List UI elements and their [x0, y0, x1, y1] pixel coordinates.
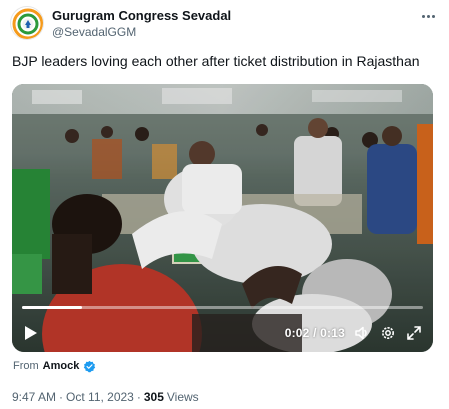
- tweet-date[interactable]: Oct 11, 2023: [66, 390, 134, 404]
- avatar[interactable]: [10, 6, 44, 40]
- video-controls-right: 0:02 / 0:13: [285, 323, 423, 343]
- congress-sevadal-logo-icon: [12, 8, 43, 39]
- tweet-meta: 9:47 AM · Oct 11, 2023 · 305 Views: [12, 389, 199, 405]
- views-label: Views: [166, 390, 199, 404]
- from-label: From: [13, 360, 39, 372]
- tweet-text: BJP leaders loving each other after tick…: [12, 53, 420, 69]
- video-time: 0:02 / 0:13: [284, 326, 345, 340]
- play-icon[interactable]: [22, 324, 40, 342]
- more-options-icon[interactable]: [418, 8, 438, 24]
- tweet-time[interactable]: 9:47 AM: [12, 390, 56, 404]
- views-count: 305: [143, 390, 164, 404]
- tweet-header: Gurugram Congress Sevadal @SevadalGGM: [10, 6, 440, 42]
- verified-badge-icon: [83, 360, 96, 373]
- video-frame: [12, 84, 433, 352]
- video-player[interactable]: 0:02 / 0:13: [12, 84, 433, 352]
- video-progress-bar[interactable]: [22, 306, 423, 309]
- settings-icon[interactable]: [379, 324, 397, 342]
- meta-separator: ·: [136, 390, 141, 404]
- video-duration: 0:13: [320, 326, 345, 340]
- tweet-card: Gurugram Congress Sevadal @SevadalGGM BJ…: [0, 0, 449, 409]
- video-attribution: From Amock: [13, 358, 96, 374]
- author-block: Gurugram Congress Sevadal @SevadalGGM: [52, 8, 231, 40]
- volume-icon[interactable]: [353, 324, 371, 342]
- video-progress-fill: [22, 306, 83, 309]
- video-current-time: 0:02: [284, 326, 310, 340]
- author-display-name[interactable]: Gurugram Congress Sevadal: [52, 8, 231, 24]
- meta-separator: ·: [59, 390, 64, 404]
- source-name-link[interactable]: Amock: [43, 360, 80, 372]
- author-handle[interactable]: @SevadalGGM: [52, 25, 231, 40]
- fullscreen-icon[interactable]: [405, 324, 423, 342]
